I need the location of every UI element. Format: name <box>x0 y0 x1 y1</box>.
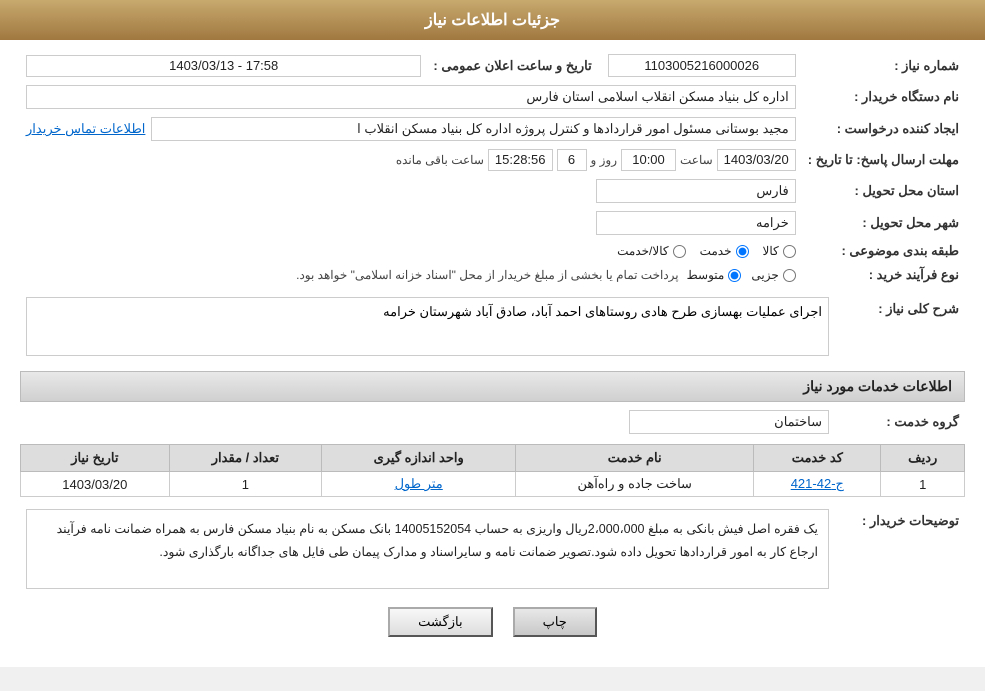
radio-khadamat-item: خدمت <box>700 244 749 258</box>
cell-tedad: 1 <box>169 472 321 497</box>
cell-radif: 1 <box>881 472 965 497</box>
ijad-konande-value: مجید بوستانی مسئول امور قراردادها و کنتر… <box>151 117 795 141</box>
sharh-textarea[interactable]: اجرای عملیات بهسازی طرح هادی روستاهای اح… <box>26 297 829 356</box>
saat-label: ساعت <box>680 153 713 167</box>
cell-kod[interactable]: ج-42-421 <box>754 472 881 497</box>
shomare-niaz-value: 1103005216000026 <box>608 54 796 77</box>
col-tedad: تعداد / مقدار <box>169 445 321 472</box>
cell-vahed[interactable]: متر طول <box>322 472 516 497</box>
radio-khadamat[interactable] <box>736 245 749 258</box>
name-dastgah-label: نام دستگاه خریدار : <box>802 81 965 113</box>
page-header: جزئیات اطلاعات نیاز <box>0 0 985 40</box>
roz-value: 6 <box>557 149 587 171</box>
radio-motovaset[interactable] <box>728 269 741 282</box>
roz-label: روز و <box>591 153 618 167</box>
ettelaat-link[interactable]: اطلاعات تماس خریدار <box>26 121 145 137</box>
tabaghe-label: طبقه بندی موضوعی : <box>802 239 965 263</box>
radio-jozi-label: جزیی <box>751 268 778 282</box>
tarikh-elaan-value: 1403/03/13 - 17:58 <box>26 55 421 77</box>
mande-label: ساعت باقی مانده <box>396 153 484 167</box>
col-kod: کد خدمت <box>754 445 881 472</box>
shahr-label: شهر محل تحویل : <box>802 207 965 239</box>
grohe-khadamat-value: ساختمان <box>629 410 829 434</box>
name-dastgah-value: اداره کل بنیاد مسکن انقلاب اسلامی استان … <box>26 85 796 109</box>
col-name: نام خدمت <box>516 445 754 472</box>
grohe-khadamat-label: گروه خدمت : <box>835 406 965 438</box>
print-button[interactable]: چاپ <box>513 607 597 637</box>
radio-kala-khadamat-label: کالا/خدمت <box>617 244 668 258</box>
farayand-desc: پرداخت تمام یا بخشی از مبلغ خریدار از مح… <box>296 268 679 282</box>
mande-value: 15:28:56 <box>488 149 553 171</box>
col-radif: ردیف <box>881 445 965 472</box>
ijad-konande-label: ایجاد کننده درخواست : <box>802 113 965 145</box>
cell-name: ساخت جاده و راه‌آهن <box>516 472 754 497</box>
table-row: 1ج-42-421ساخت جاده و راه‌آهنمتر طول11403… <box>21 472 965 497</box>
mohlat-label: مهلت ارسال پاسخ: تا تاریخ : <box>802 145 965 175</box>
ostan-value: فارس <box>596 179 796 203</box>
cell-tarikh: 1403/03/20 <box>21 472 170 497</box>
mohlat-tarikh: 1403/03/20 <box>717 149 796 171</box>
tawzihat-label: توضیحات خریدار : <box>835 505 965 593</box>
tawzihat-value: یک فقره اصل فیش بانکی به مبلغ 2،000،000ر… <box>26 509 829 589</box>
col-tarikh: تاریخ نیاز <box>21 445 170 472</box>
tarikh-elaan-label: تاریخ و ساعت اعلان عمومی : <box>427 50 601 81</box>
sharh-label: شرح کلی نیاز : <box>835 293 965 363</box>
back-button[interactable]: بازگشت <box>388 607 492 637</box>
radio-khadamat-label: خدمت <box>700 244 732 258</box>
section2-title: اطلاعات خدمات مورد نیاز <box>20 371 965 402</box>
radio-kala-khadamat-item: کالا/خدمت <box>617 244 685 258</box>
radio-motovaset-label: متوسط <box>687 268 725 282</box>
page-title: جزئیات اطلاعات نیاز <box>425 12 560 29</box>
col-vahed: واحد اندازه گیری <box>322 445 516 472</box>
saat-value: 10:00 <box>621 149 676 171</box>
radio-kala-khadamat[interactable] <box>673 245 686 258</box>
radio-jozi[interactable] <box>783 269 796 282</box>
services-table: ردیف کد خدمت نام خدمت واحد اندازه گیری ت… <box>20 444 965 497</box>
radio-kala-item: کالا <box>763 244 796 258</box>
shomare-niaz-label: شماره نیاز : <box>802 50 965 81</box>
noe-farayand-label: نوع فرآیند خرید : <box>802 263 965 287</box>
shahr-value: خرامه <box>596 211 796 235</box>
radio-kala-label: کالا <box>763 244 779 258</box>
radio-kala[interactable] <box>783 245 796 258</box>
ostan-label: استان محل تحویل : <box>802 175 965 207</box>
